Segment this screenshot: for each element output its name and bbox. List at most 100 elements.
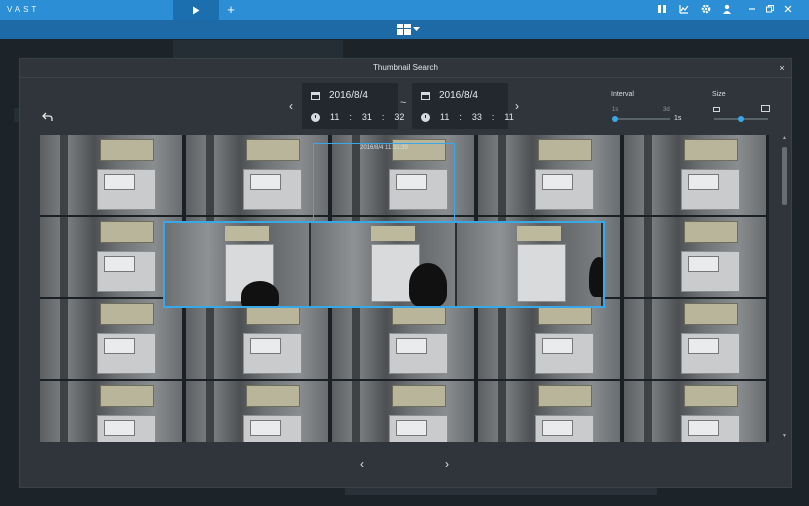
thumbnail-sign <box>683 139 738 162</box>
gear-icon[interactable] <box>700 4 712 16</box>
scroll-up-icon[interactable]: ▲ <box>782 135 787 141</box>
thumbnail[interactable] <box>478 299 620 379</box>
thumbnail[interactable] <box>624 217 766 297</box>
thumbnail-kiosk-screen <box>687 338 720 355</box>
layout-grid-icon <box>397 24 411 35</box>
thumbnail[interactable] <box>186 135 328 215</box>
interval-label: Interval <box>611 91 634 98</box>
thumbnail-kiosk-screen <box>103 174 136 191</box>
app-logo: VAST <box>7 5 40 14</box>
person-head <box>589 257 603 297</box>
calendar-icon <box>311 91 320 100</box>
clock-icon <box>311 112 320 122</box>
large-image-icon <box>761 105 770 112</box>
end-minute[interactable]: 33 <box>472 112 482 122</box>
thumbnail[interactable] <box>624 299 766 379</box>
preview-frame[interactable] <box>165 223 309 306</box>
minimize-icon[interactable] <box>746 4 758 16</box>
person-head <box>409 263 447 306</box>
start-second[interactable]: 32 <box>394 112 404 122</box>
layout-button[interactable] <box>397 23 421 36</box>
end-second[interactable]: 11 <box>504 112 513 122</box>
thumbnail[interactable] <box>332 381 474 442</box>
close-window-icon[interactable] <box>782 4 794 16</box>
thumbnail-kiosk <box>680 332 741 375</box>
end-date[interactable]: 2016/8/4 <box>439 90 478 101</box>
thumbnail[interactable] <box>332 299 474 379</box>
thumbnail-sign <box>683 221 738 244</box>
preview-kiosk <box>517 243 567 302</box>
thumbnail-kiosk-screen <box>103 420 136 437</box>
prev-page-button[interactable]: ‹ <box>356 457 368 471</box>
grid-scrollbar[interactable]: ▲ ▼ <box>780 135 790 442</box>
thumbnail-pillar <box>59 135 69 215</box>
thumbnail[interactable] <box>478 135 620 215</box>
thumbnail-sign <box>99 139 154 162</box>
interval-min-label: 1s <box>612 107 619 113</box>
add-tab-button[interactable]: + <box>224 2 238 18</box>
scrollbar-thumb[interactable] <box>782 147 787 205</box>
thumbnail-kiosk-screen <box>103 256 136 273</box>
thumbnail-kiosk <box>534 414 595 442</box>
interval-slider-handle[interactable] <box>612 116 618 122</box>
thumbnail-sign <box>391 385 446 408</box>
start-minute[interactable]: 31 <box>362 112 372 122</box>
thumbnail[interactable] <box>624 135 766 215</box>
thumbnail-search-dialog: Thumbnail Search × ‹ 2016/8/4 11: 31: 32… <box>19 58 792 488</box>
thumbnail[interactable] <box>40 381 182 442</box>
thumbnail-kiosk <box>680 414 741 442</box>
thumbnail-kiosk-screen <box>103 338 136 355</box>
thumbnail-kiosk-screen <box>687 174 720 191</box>
bookmark-icon[interactable] <box>656 4 668 16</box>
thumbnail-kiosk <box>242 414 303 442</box>
prev-range-button[interactable]: ‹ <box>285 99 297 113</box>
thumbnail[interactable] <box>40 299 182 379</box>
thumbnail-kiosk-screen <box>541 174 574 191</box>
thumbnail-kiosk <box>388 414 449 442</box>
preview-frame[interactable] <box>457 223 601 306</box>
thumbnail-sign <box>537 139 592 162</box>
thumbnail-sign <box>99 221 154 244</box>
thumbnail-preview-strip[interactable] <box>163 221 605 308</box>
size-slider-handle[interactable] <box>738 116 744 122</box>
start-hour[interactable]: 11 <box>330 112 339 122</box>
clock-icon <box>421 112 430 122</box>
preview-sign <box>517 226 561 242</box>
interval-slider-track[interactable] <box>614 118 670 120</box>
chart-icon[interactable] <box>678 4 690 16</box>
thumbnail-sign <box>537 385 592 408</box>
scroll-down-icon[interactable]: ▼ <box>782 433 787 439</box>
interval-value: 1s <box>674 115 682 122</box>
thumbnail-kiosk-screen <box>249 420 282 437</box>
thumbnail[interactable] <box>186 299 328 379</box>
thumbnail[interactable] <box>40 135 182 215</box>
thumbnail[interactable] <box>186 381 328 442</box>
thumbnail-kiosk-screen <box>395 338 428 355</box>
end-hour[interactable]: 11 <box>440 112 449 122</box>
thumbnail-kiosk-screen <box>249 174 282 191</box>
start-datetime[interactable]: 2016/8/4 11: 31: 32 <box>302 83 404 129</box>
thumbnail[interactable] <box>624 381 766 442</box>
thumbnail-kiosk <box>242 332 303 375</box>
small-image-icon <box>713 107 720 112</box>
close-icon[interactable]: × <box>775 61 789 75</box>
play-icon <box>193 6 200 14</box>
thumbnail-pillar <box>205 135 215 215</box>
preview-sign <box>371 226 415 242</box>
end-datetime[interactable]: 2016/8/4 11: 33: 11 <box>412 83 514 129</box>
selected-thumbnail[interactable] <box>313 143 455 225</box>
restore-icon[interactable] <box>764 4 776 16</box>
next-page-button[interactable]: › <box>441 457 453 471</box>
playback-tab[interactable] <box>173 0 219 20</box>
thumbnail-pillar <box>59 381 69 442</box>
thumbnail-kiosk <box>96 250 157 293</box>
thumbnail[interactable] <box>478 381 620 442</box>
thumbnail[interactable] <box>40 217 182 297</box>
next-range-button[interactable]: › <box>511 99 523 113</box>
start-date[interactable]: 2016/8/4 <box>329 90 368 101</box>
undo-icon[interactable] <box>40 111 54 125</box>
thumbnail-pillar <box>497 135 507 215</box>
thumbnail-sign <box>99 385 154 408</box>
user-icon[interactable] <box>721 4 733 16</box>
thumbnail-pillar <box>59 217 69 297</box>
